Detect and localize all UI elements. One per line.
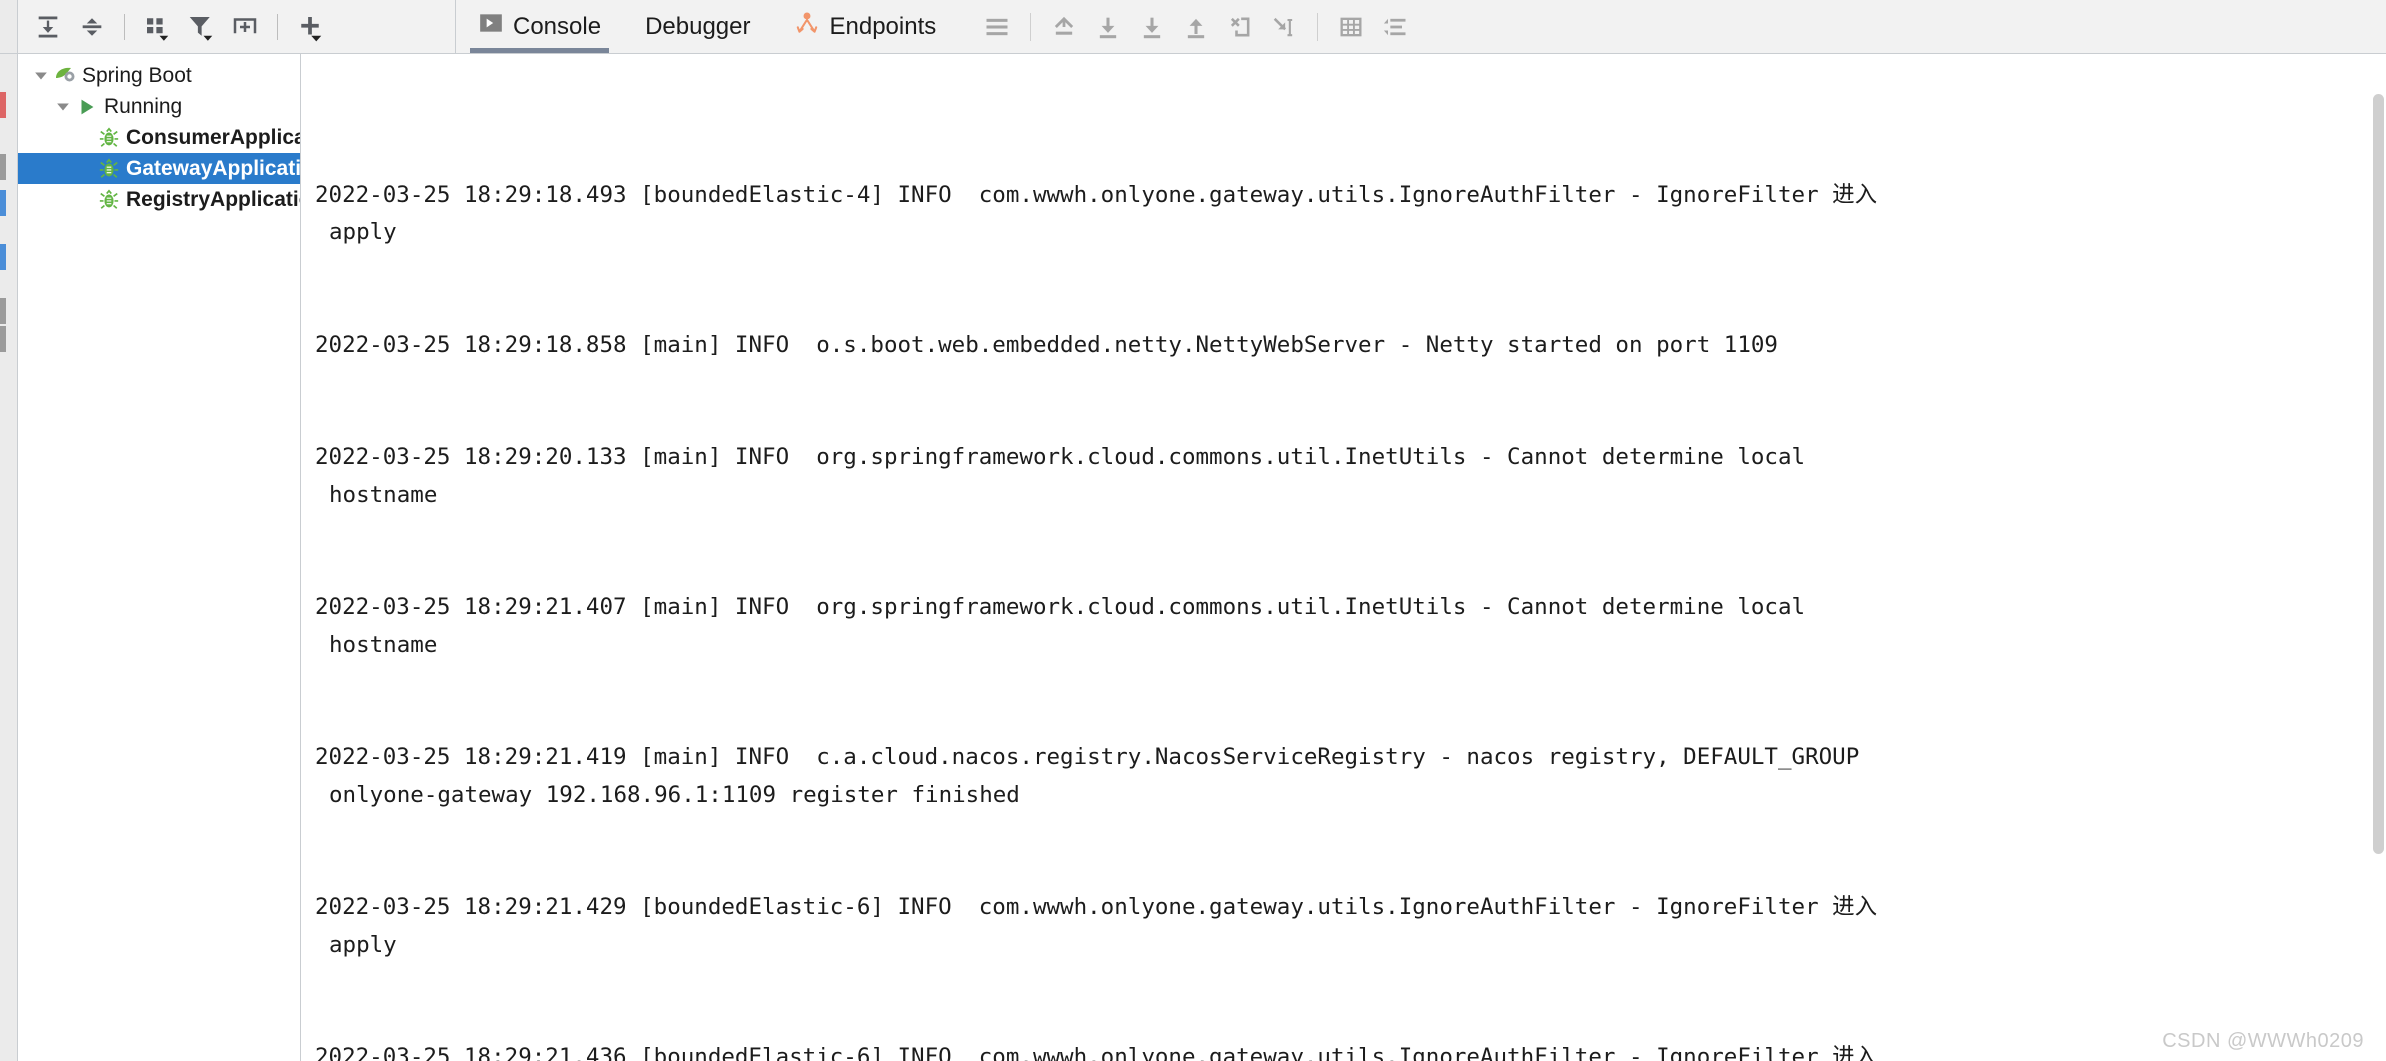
spring-boot-icon <box>52 64 78 88</box>
console-line: 2022-03-25 18:29:18.493 [boundedElastic-… <box>301 177 2386 252</box>
endpoints-icon <box>794 10 820 43</box>
add-framework-icon[interactable] <box>225 7 265 47</box>
step-over-icon[interactable] <box>1131 6 1173 48</box>
add-icon[interactable] <box>290 7 330 47</box>
console-line: 2022-03-25 18:29:18.858 [main] INFO o.s.… <box>301 327 2386 365</box>
console-panel: 2022-03-25 18:29:18.493 [boundedElastic-… <box>301 54 2386 1061</box>
tree-node-spring-boot-label: Spring Boot <box>82 63 192 87</box>
tree-node-running-label: Running <box>104 94 183 118</box>
tab-console-label: Console <box>513 12 602 40</box>
tree-node-registryapplication[interactable]: RegistryApplication :7001/ <box>18 184 300 215</box>
main-body: Spring Boot Running ConsumerApplic Gatew… <box>0 54 2386 1061</box>
collapse-all-icon[interactable] <box>72 7 112 47</box>
left-rail-top <box>0 0 18 53</box>
debugger-actions-toolbar <box>958 0 1416 53</box>
console-line: 2022-03-25 18:29:21.419 [main] INFO c.a.… <box>301 739 2386 814</box>
console-line-main: 2022-03-25 18:29:20.133 [main] INFO org.… <box>315 444 1806 470</box>
scrollbar-thumb[interactable] <box>2373 94 2384 854</box>
tab-endpoints[interactable]: Endpoints <box>772 0 958 53</box>
soft-wrap-icon[interactable] <box>976 6 1018 48</box>
bug-icon <box>96 127 122 149</box>
console-line-main: 2022-03-25 18:29:21.436 [boundedElastic-… <box>315 1044 1878 1061</box>
console-line-cont: hostname <box>329 481 438 508</box>
toolbar-separator-1 <box>124 13 125 40</box>
step-into-icon[interactable] <box>1087 6 1129 48</box>
run-to-cursor-icon[interactable] <box>1219 6 1261 48</box>
tree-node-spring-boot[interactable]: Spring Boot <box>18 60 300 91</box>
console-line: 2022-03-25 18:29:20.133 [main] INFO org.… <box>301 439 2386 514</box>
drop-frame-icon[interactable] <box>1263 6 1305 48</box>
console-line-main: 2022-03-25 18:29:21.407 [main] INFO org.… <box>315 594 1806 620</box>
services-tree[interactable]: Spring Boot Running ConsumerApplic Gatew… <box>18 54 301 1061</box>
step-out-icon[interactable] <box>1043 6 1085 48</box>
console-line-main: 2022-03-25 18:29:21.429 [boundedElastic-… <box>315 894 1878 920</box>
run-icon <box>74 96 100 118</box>
console-vertical-scrollbar[interactable] <box>2370 54 2386 1061</box>
force-step-into-icon[interactable] <box>1175 6 1217 48</box>
expand-all-icon[interactable] <box>28 7 68 47</box>
tree-node-consumerapplication-label: ConsumerApplication <box>126 125 300 149</box>
bug-icon <box>96 189 122 211</box>
console-line: 2022-03-25 18:29:21.436 [boundedElastic-… <box>301 1039 2386 1061</box>
console-icon <box>478 10 504 43</box>
tab-debugger[interactable]: Debugger <box>623 0 772 53</box>
tree-node-registryapplication-label: RegistryApplication <box>126 187 300 211</box>
console-line-cont: onlyone-gateway 192.168.96.1:1109 regist… <box>329 781 1020 808</box>
console-line-cont: hostname <box>329 631 438 658</box>
watermark: CSDN @WWWh0209 <box>2162 1030 2364 1052</box>
tree-node-gatewayapplication[interactable]: GatewayApplication :1109/ <box>18 153 300 184</box>
toolbar-separator-2 <box>277 13 278 40</box>
chevron-down-icon[interactable] <box>30 69 52 83</box>
sort-icon[interactable] <box>1374 6 1416 48</box>
tool-window-tabs: Console Debugger Endpoints <box>456 0 2386 53</box>
console-line-main: 2022-03-25 18:29:18.858 [main] INFO o.s.… <box>315 331 1778 358</box>
tab-debugger-label: Debugger <box>645 12 751 40</box>
tree-node-gatewayapplication-label: GatewayApplication <box>126 156 301 180</box>
console-line-cont: apply <box>329 931 397 958</box>
console-line: 2022-03-25 18:29:21.429 [boundedElastic-… <box>301 889 2386 964</box>
ide-window: Console Debugger Endpoints Spring Boot R… <box>0 0 2386 1061</box>
top-toolbar: Console Debugger Endpoints <box>0 0 2386 54</box>
group-by-icon[interactable] <box>137 7 177 47</box>
console-line-main: 2022-03-25 18:29:18.493 [boundedElastic-… <box>315 181 1878 208</box>
table-view-icon[interactable] <box>1330 6 1372 48</box>
console-output[interactable]: 2022-03-25 18:29:18.493 [boundedElastic-… <box>301 54 2386 1061</box>
debugger-separator-1 <box>1030 12 1032 41</box>
console-line: 2022-03-25 18:29:21.407 [main] INFO org.… <box>301 589 2386 664</box>
debugger-separator-2 <box>1317 12 1319 41</box>
tab-endpoints-label: Endpoints <box>829 12 937 40</box>
tree-node-running[interactable]: Running <box>18 91 300 122</box>
left-marker-gutter <box>0 54 18 1061</box>
console-line-cont: apply <box>329 219 397 245</box>
console-line-main: 2022-03-25 18:29:21.419 [main] INFO c.a.… <box>315 744 1860 770</box>
tab-console[interactable]: Console <box>456 0 623 53</box>
services-toolbar <box>18 0 456 53</box>
bug-icon <box>96 158 122 180</box>
tree-node-consumerapplication[interactable]: ConsumerApplication :8001/ <box>18 122 300 153</box>
chevron-down-icon[interactable] <box>52 100 74 114</box>
filter-icon[interactable] <box>181 7 221 47</box>
